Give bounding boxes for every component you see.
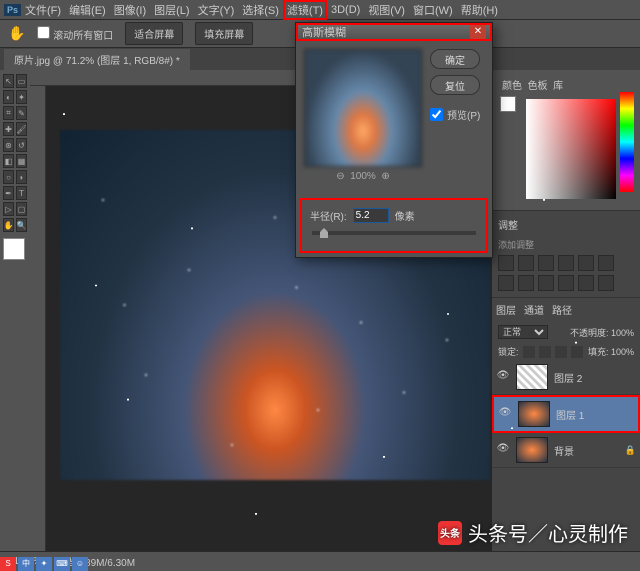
radius-input[interactable]: [353, 208, 389, 223]
toutiao-logo-icon: 头条: [438, 521, 462, 545]
preview-checkbox[interactable]: 预览(P): [430, 107, 480, 122]
taskbar-icon-2[interactable]: 中: [18, 557, 34, 571]
zoom-out-icon[interactable]: ⊖: [336, 171, 344, 182]
watermark: 头条 头条号／心灵制作: [438, 518, 628, 547]
taskbar-icon-5[interactable]: ☺: [72, 557, 88, 571]
zoom-in-icon[interactable]: ⊕: [381, 171, 389, 182]
radius-unit: 像素: [395, 208, 415, 223]
taskbar-icons: S 中 ✦ ⌨ ☺: [0, 557, 88, 571]
zoom-controls: ⊖ 100% ⊕: [304, 167, 422, 186]
right-panels: 颜色 色板 库 调整 添加调整 图层通道路径 正常不透明度: 100% 锁定:填…: [492, 70, 640, 551]
radius-param: 半径(R): 像素: [300, 198, 488, 253]
taskbar-icon-1[interactable]: S: [0, 557, 16, 571]
preview-image[interactable]: [304, 49, 422, 167]
dialog-title: 高斯模糊: [302, 24, 346, 40]
cancel-button[interactable]: 复位: [430, 75, 480, 95]
taskbar-icon-3[interactable]: ✦: [36, 557, 52, 571]
layers-panel: 图层通道路径 正常不透明度: 100% 锁定:填充: 100% 👁图层 2 👁图…: [492, 297, 640, 551]
taskbar-icon-4[interactable]: ⌨: [54, 557, 70, 571]
ok-button[interactable]: 确定: [430, 49, 480, 69]
watermark-text: 头条号／心灵制作: [468, 518, 628, 547]
radius-label: 半径(R):: [310, 208, 347, 223]
gaussian-blur-dialog: 高斯模糊 ✕ ⊖ 100% ⊕ 确定 复位 预览(P) 半径(R): 像素: [295, 22, 493, 258]
radius-slider[interactable]: [312, 231, 476, 235]
layer-row-bg[interactable]: 👁背景🔒: [492, 433, 640, 468]
dialog-titlebar[interactable]: 高斯模糊 ✕: [296, 23, 492, 41]
close-icon[interactable]: ✕: [470, 25, 486, 39]
zoom-value: 100%: [350, 171, 376, 182]
layer-thumbnail: [516, 437, 548, 463]
